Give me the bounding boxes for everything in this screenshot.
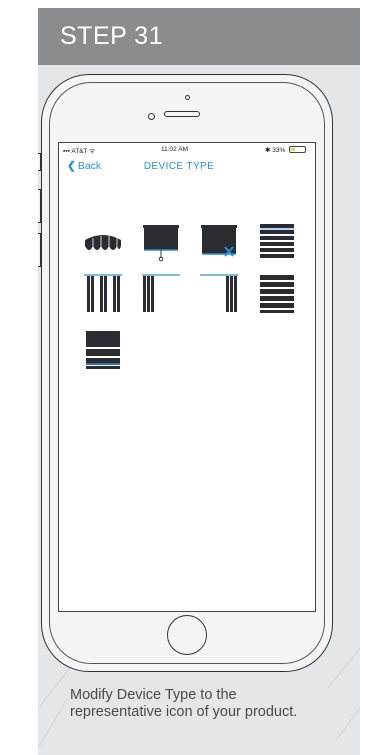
device-type-vertical-blind-left[interactable] <box>139 272 183 316</box>
carrier-label: AT&T <box>71 148 88 155</box>
home-button[interactable] <box>167 615 207 655</box>
phone-screen: ▪▪▪ AT&T ᯤ 11:02 AM ✱ 33% ❮ Back DEVICE T… <box>58 142 316 612</box>
cellular-shade-icon <box>260 275 294 313</box>
roller-shade-chain-icon <box>143 225 179 262</box>
battery-fill <box>291 148 295 151</box>
device-type-roman-shade[interactable] <box>81 328 125 372</box>
roman-shade-icon <box>86 331 120 369</box>
device-type-horizontal-blind[interactable] <box>255 220 299 264</box>
status-bar: ▪▪▪ AT&T ᯤ 11:02 AM ✱ 33% <box>59 143 315 157</box>
step-caption: Modify Device Type to the representative… <box>70 687 298 720</box>
earpiece-speaker <box>164 111 200 117</box>
status-time: 11:02 AM <box>161 146 188 153</box>
nav-title: DEVICE TYPE <box>143 161 215 172</box>
vertical-blind-right-icon <box>200 274 238 312</box>
battery-percentage-value: 33% <box>272 147 286 154</box>
front-camera-dot <box>185 95 190 100</box>
phone-volume-down-button <box>38 233 41 267</box>
device-type-roller-shade-chain[interactable] <box>139 220 183 264</box>
instruction-card: STEP 31 ▪▪▪ AT&T ᯤ 11:02 AM ✱ 33% ❮ Back … <box>38 8 360 755</box>
phone-frame: ▪▪▪ AT&T ᯤ 11:02 AM ✱ 33% ❮ Back DEVICE T… <box>38 74 333 672</box>
device-type-vertical-blind-right[interactable] <box>197 272 241 316</box>
device-type-vertical-blind-center[interactable] <box>81 272 125 316</box>
vertical-blind-center-icon <box>84 274 122 312</box>
step-title: STEP 31 <box>60 22 164 50</box>
phone-volume-up-button <box>38 189 41 223</box>
battery-percentage: ✱ 33% <box>265 147 286 154</box>
step-header: STEP 31 <box>38 8 360 65</box>
battery-icon <box>289 146 306 153</box>
device-type-awning[interactable] <box>81 220 125 264</box>
awning-icon <box>85 235 121 250</box>
vertical-blind-left-icon <box>142 274 180 312</box>
horizontal-blind-icon <box>260 224 294 258</box>
device-type-cellular-shade[interactable] <box>255 272 299 316</box>
signal-carrier-icon: ▪▪▪ AT&T ᯤ <box>63 148 96 155</box>
phone-mute-switch <box>38 153 41 171</box>
device-type-roller-shade-motor[interactable] <box>197 220 241 264</box>
roller-shade-motor-icon <box>201 225 237 257</box>
front-camera <box>148 113 155 120</box>
